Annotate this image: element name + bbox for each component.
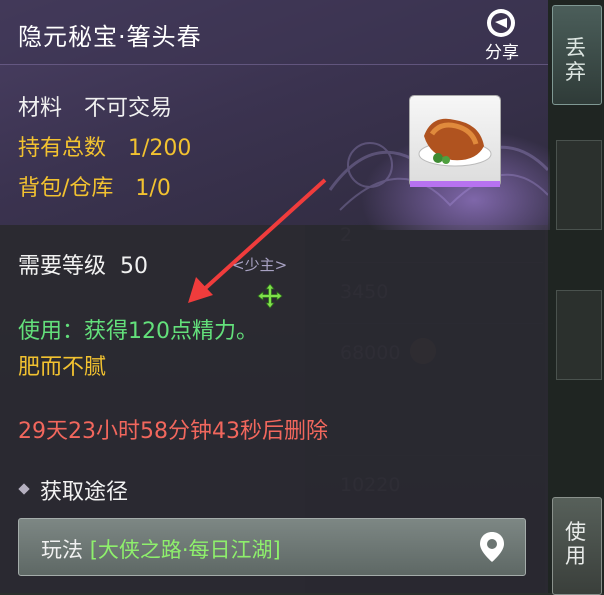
- item-title: 隐元秘宝·箸头春: [18, 23, 202, 51]
- item-rarity-bar: [410, 181, 500, 187]
- expiry-text: 29天23小时58分钟43秒后删除: [18, 413, 328, 445]
- share-icon: [487, 9, 515, 37]
- discard-button[interactable]: 丢弃: [552, 5, 602, 105]
- diamond-icon: [18, 483, 30, 495]
- arrow-annotation: [188, 178, 327, 303]
- owned-row: 持有总数 1/200: [18, 130, 191, 162]
- npc-nameplate: <少主>: [232, 256, 288, 274]
- source-entry-button[interactable]: 玩法 [大侠之路·每日江湖]: [18, 518, 526, 576]
- item-icon[interactable]: [410, 96, 500, 186]
- location-pin-icon[interactable]: [477, 530, 507, 564]
- item-tooltip-panel: 隐元秘宝·箸头春 分享 材料 不可交易 持有总数 1/200 背包/仓库 1/0 需要…: [0, 0, 550, 593]
- share-button[interactable]: 分享: [478, 8, 526, 63]
- source-link[interactable]: [大侠之路·每日江湖]: [90, 538, 281, 562]
- level-row: 需要等级 50: [18, 248, 148, 280]
- source-label: 玩法 [大侠之路·每日江湖]: [41, 534, 281, 564]
- source-section-title: 获取途径: [40, 480, 129, 505]
- expiry-value: 29天23小时58分钟43秒后删除: [18, 419, 328, 444]
- bag-row: 背包/仓库 1/0: [18, 170, 171, 202]
- material-row: 材料 不可交易: [18, 90, 172, 122]
- material-value: 不可交易: [84, 96, 173, 121]
- discard-label: 丢弃: [565, 36, 586, 84]
- item-slot[interactable]: [556, 290, 602, 380]
- owned-value: 1/200: [128, 136, 192, 161]
- material-label: 材料: [18, 96, 63, 121]
- bag-value: 1/0: [135, 176, 171, 201]
- share-label: 分享: [485, 43, 519, 63]
- flavor-text: 肥而不腻: [18, 355, 107, 380]
- item-slot[interactable]: [556, 140, 602, 230]
- roast-meat-icon: [418, 118, 492, 167]
- use-label: 使用: [565, 520, 586, 568]
- use-button[interactable]: 使用: [552, 497, 602, 595]
- tooltip-titlebar: 隐元秘宝·箸头春 分享: [0, 0, 548, 65]
- use-effect-text: 使用：获得120点精力。: [18, 319, 258, 344]
- source-prefix: 玩法: [41, 538, 90, 562]
- move-cursor-icon: [257, 283, 283, 309]
- owned-label: 持有总数: [18, 136, 107, 161]
- level-value: 50: [120, 254, 149, 279]
- bag-label: 背包/仓库: [18, 176, 114, 201]
- level-label: 需要等级: [18, 254, 107, 279]
